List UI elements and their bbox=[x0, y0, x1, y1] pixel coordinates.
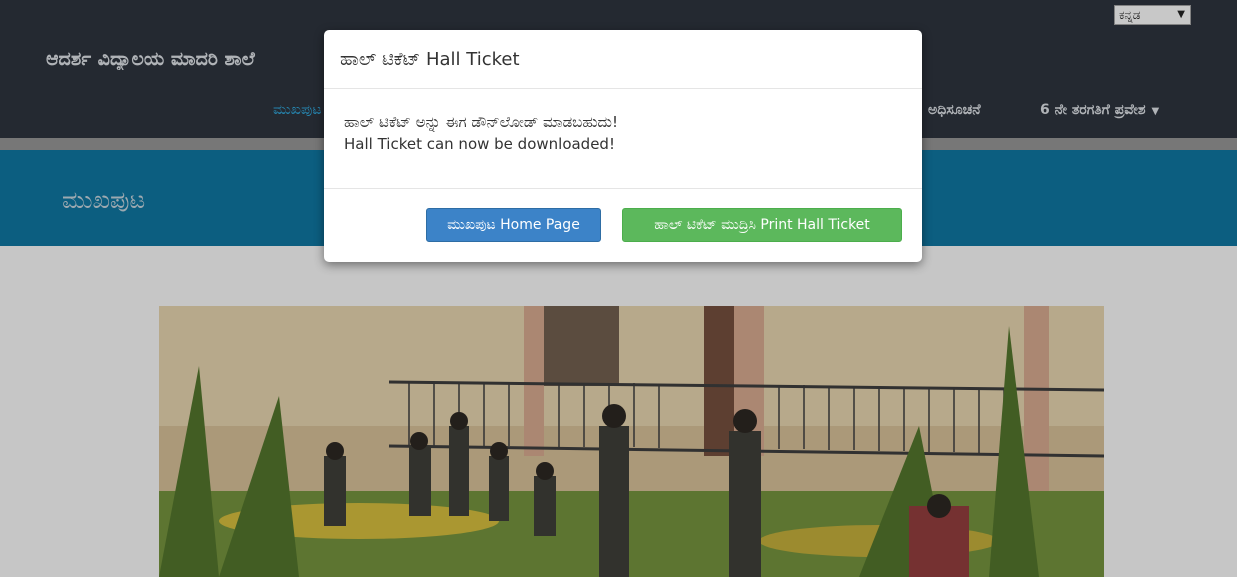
print-hall-ticket-button[interactable]: ಹಾಲ್ ಟಿಕೆಟ್ ಮುದ್ರಿಸಿ Print Hall Ticket bbox=[622, 208, 902, 242]
dialog-footer-divider bbox=[324, 188, 922, 189]
home-page-button[interactable]: ಮುಖಪುಟ Home Page bbox=[426, 208, 601, 242]
dialog-message-english: Hall Ticket can now be downloaded! bbox=[344, 135, 615, 153]
dialog-body: ಹಾಲ್ ಟಿಕೆಟ್ ಅನ್ನು ಈಗ ಡೌನ್‌ಲೋಡ್ ಮಾಡಬಹುದು!… bbox=[344, 111, 618, 155]
hall-ticket-dialog: ಹಾಲ್ ಟಿಕೆಟ್ Hall Ticket ಹಾಲ್ ಟಿಕೆಟ್ ಅನ್ನ… bbox=[324, 30, 922, 262]
dialog-title: ಹಾಲ್ ಟಿಕೆಟ್ Hall Ticket bbox=[340, 49, 520, 70]
dialog-header-divider bbox=[324, 88, 922, 89]
dialog-message-kannada: ಹಾಲ್ ಟಿಕೆಟ್ ಅನ್ನು ಈಗ ಡೌನ್‌ಲೋಡ್ ಮಾಡಬಹುದು! bbox=[344, 113, 618, 131]
